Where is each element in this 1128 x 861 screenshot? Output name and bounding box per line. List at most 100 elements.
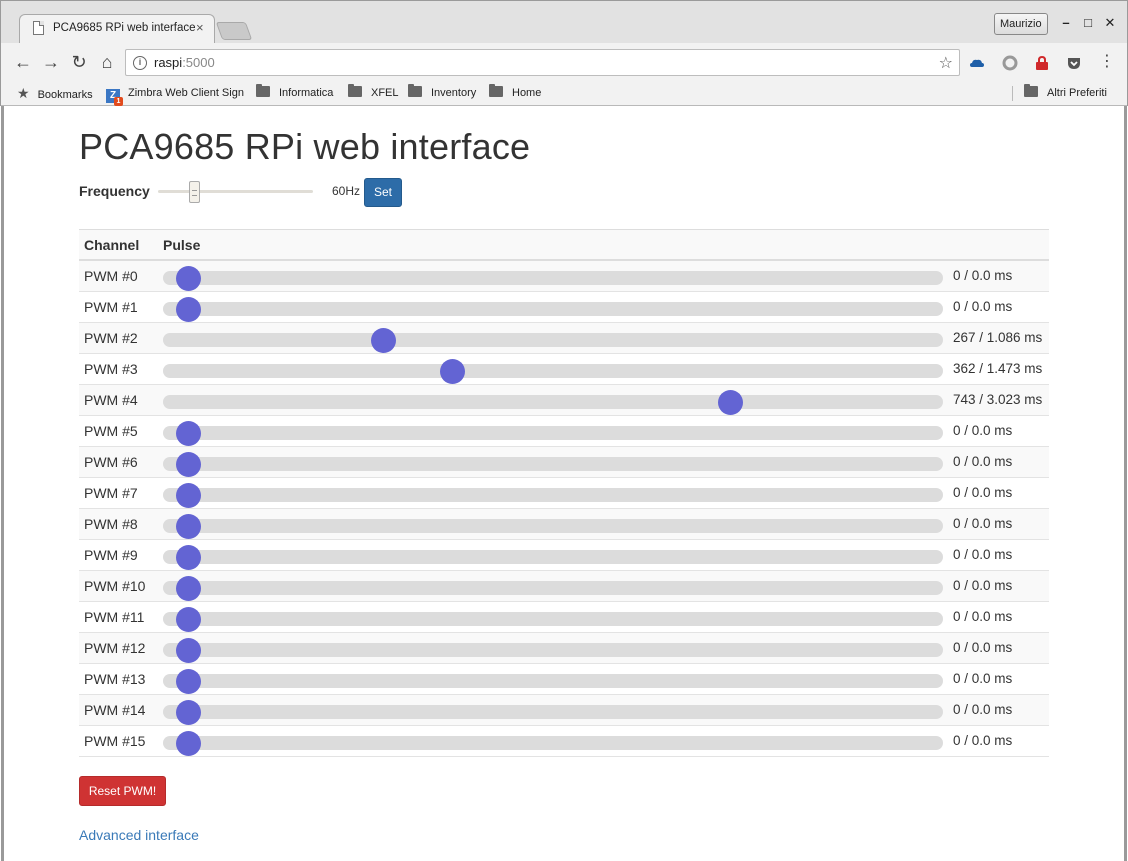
pulse-value: 0 / 0.0 ms (953, 640, 1013, 655)
channel-label: PWM #8 (84, 516, 138, 532)
bookmark-item-inventory[interactable]: Inventory (408, 84, 476, 101)
pulse-value: 0 / 0.0 ms (953, 423, 1013, 438)
info-icon[interactable]: i (133, 56, 147, 70)
pwm-table: Channel Pulse PWM #0 0 / 0.0 ms PWM #1 0 / … (79, 229, 1049, 757)
pulse-slider-track[interactable] (163, 607, 943, 632)
pulse-slider-track[interactable] (163, 638, 943, 663)
frequency-slider-track[interactable] (158, 190, 313, 193)
back-icon[interactable]: ← (12, 51, 34, 73)
pulse-slider-handle[interactable] (370, 328, 396, 353)
pulse-slider-track[interactable] (163, 421, 943, 446)
channel-label: PWM #1 (84, 299, 138, 315)
pulse-slider-handle[interactable] (176, 266, 201, 291)
pulse-slider-track[interactable] (163, 731, 943, 756)
new-tab-button[interactable] (215, 22, 253, 40)
pulse-slider-handle[interactable] (176, 700, 201, 725)
tab-close-icon[interactable]: × (196, 21, 204, 35)
toolbar: ← → ↻ ⌂ i raspi:5000 ☆ ⋮ (1, 43, 1127, 81)
channel-label: PWM #9 (84, 547, 138, 563)
bookmark-item-altri-preferiti[interactable]: Altri Preferiti (1024, 84, 1107, 101)
table-row: PWM #14 0 / 0.0 ms (79, 695, 1049, 726)
reload-icon[interactable]: ↻ (68, 51, 90, 73)
pulse-slider-track[interactable] (163, 700, 943, 725)
pulse-slider-handle[interactable] (176, 545, 201, 570)
pulse-slider-handle[interactable] (176, 576, 201, 601)
pulse-value: 0 / 0.0 ms (953, 299, 1013, 314)
pulse-slider-handle[interactable] (176, 731, 201, 756)
bookmark-item-informatica[interactable]: Informatica (256, 84, 333, 101)
channel-label: PWM #14 (84, 702, 146, 718)
page-viewport: PCA9685 RPi web interface Frequency 60Hz… (1, 106, 1127, 861)
address-bar[interactable]: i raspi:5000 ☆ (125, 49, 960, 76)
table-row: PWM #13 0 / 0.0 ms (79, 664, 1049, 695)
frequency-slider-handle[interactable] (189, 181, 200, 203)
tab-title[interactable]: PCA9685 RPi web interface (53, 22, 196, 34)
pulse-slider-handle[interactable] (176, 421, 201, 446)
forward-icon[interactable]: → (40, 51, 62, 73)
table-row: PWM #4 743 / 3.023 ms (79, 385, 1049, 416)
folder-icon (408, 84, 422, 97)
pulse-slider-handle[interactable] (718, 390, 743, 415)
table-row: PWM #15 0 / 0.0 ms (79, 726, 1049, 757)
pulse-slider-track[interactable] (163, 545, 943, 570)
pulse-value: 0 / 0.0 ms (953, 702, 1013, 717)
lock-extension-icon[interactable] (1034, 55, 1050, 71)
table-row: PWM #12 0 / 0.0 ms (79, 633, 1049, 664)
pulse-slider-handle[interactable] (176, 452, 201, 477)
folder-icon (256, 84, 270, 97)
table-row: PWM #6 0 / 0.0 ms (79, 447, 1049, 478)
channel-label: PWM #4 (84, 392, 138, 408)
page-title: PCA9685 RPi web interface (79, 126, 531, 167)
pulse-slider-track[interactable] (163, 359, 943, 384)
set-frequency-button[interactable]: Set (364, 178, 402, 207)
maximize-icon[interactable]: □ (1080, 15, 1096, 31)
advanced-interface-link[interactable]: Advanced interface (79, 827, 199, 843)
pulse-slider-track[interactable] (163, 669, 943, 694)
table-row: PWM #10 0 / 0.0 ms (79, 571, 1049, 602)
channel-label: PWM #6 (84, 454, 138, 470)
circle-extension-icon[interactable] (1002, 55, 1018, 71)
pulse-slider-handle[interactable] (176, 607, 201, 632)
bookmark-item-bookmarks[interactable]: ★ Bookmarks (17, 85, 93, 101)
bookmark-item-xfel[interactable]: XFEL (348, 84, 399, 101)
pulse-slider-handle[interactable] (176, 669, 201, 694)
folder-icon (348, 84, 362, 97)
pulse-slider-track[interactable] (163, 328, 943, 353)
cloud-extension-icon[interactable] (969, 55, 985, 71)
table-row: PWM #11 0 / 0.0 ms (79, 602, 1049, 633)
pulse-value: 0 / 0.0 ms (953, 547, 1013, 562)
home-icon[interactable]: ⌂ (96, 51, 118, 73)
menu-icon[interactable]: ⋮ (1099, 53, 1115, 71)
page-icon (33, 21, 44, 35)
pulse-slider-track[interactable] (163, 297, 943, 322)
pulse-slider-track[interactable] (163, 483, 943, 508)
zimbra-icon: Z (106, 89, 123, 106)
channel-label: PWM #0 (84, 268, 138, 284)
pulse-slider-track[interactable] (163, 390, 943, 415)
channel-label: PWM #10 (84, 578, 146, 594)
pulse-slider-handle[interactable] (440, 359, 466, 384)
url-text[interactable]: raspi:5000 (154, 55, 215, 70)
pulse-slider-handle[interactable] (176, 638, 201, 663)
profile-button[interactable]: Maurizio (994, 13, 1048, 35)
pulse-value: 0 / 0.0 ms (953, 671, 1013, 686)
pulse-value: 0 / 0.0 ms (953, 733, 1013, 748)
pulse-value: 0 / 0.0 ms (953, 516, 1013, 531)
table-row: PWM #1 0 / 0.0 ms (79, 292, 1049, 323)
bookmark-item-home[interactable]: Home (489, 84, 541, 101)
reset-pwm-button[interactable]: Reset PWM! (79, 776, 166, 806)
pulse-slider-track[interactable] (163, 576, 943, 601)
pulse-slider-track[interactable] (163, 452, 943, 477)
bookmark-item-zimbra[interactable]: ZZimbra Web Client Sign (106, 85, 244, 106)
pulse-slider-handle[interactable] (176, 514, 201, 539)
pulse-slider-handle[interactable] (176, 297, 201, 322)
close-window-icon[interactable]: ✕ (1102, 15, 1118, 31)
folder-icon (489, 84, 503, 97)
minimize-icon[interactable]: – (1058, 15, 1074, 31)
pocket-extension-icon[interactable] (1066, 55, 1082, 71)
pulse-slider-track[interactable] (163, 266, 943, 291)
bookmark-star-icon[interactable]: ☆ (939, 53, 953, 73)
pulse-slider-handle[interactable] (176, 483, 201, 508)
pulse-slider-track[interactable] (163, 514, 943, 539)
pulse-value: 0 / 0.0 ms (953, 578, 1013, 593)
